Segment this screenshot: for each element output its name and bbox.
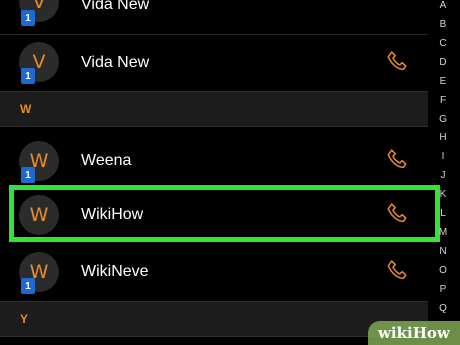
index-letter[interactable]: G (430, 114, 456, 125)
phone-icon[interactable] (384, 48, 412, 76)
index-letter[interactable]: M (430, 227, 456, 238)
contact-name: Vida New (81, 54, 150, 71)
phone-icon[interactable] (384, 146, 412, 174)
contact-name: Weena (81, 152, 132, 169)
index-letter[interactable]: P (430, 284, 456, 295)
contact-row[interactable]: W 1 WikiNeve (0, 248, 428, 306)
section-letter: Y (20, 312, 29, 326)
index-letter[interactable]: D (430, 57, 456, 68)
sim-badge: 1 (21, 278, 35, 294)
index-letter[interactable]: H (430, 132, 456, 143)
sim-badge: 1 (21, 10, 35, 26)
index-letter[interactable]: A (430, 0, 456, 11)
section-header-w: W (0, 91, 428, 127)
contact-row[interactable]: V 1 Vida New (0, 0, 428, 36)
index-letter[interactable]: K (430, 189, 456, 200)
contact-name: WikiNeve (81, 263, 149, 280)
index-letter[interactable]: C (430, 38, 456, 49)
index-letter[interactable]: O (430, 265, 456, 276)
index-letter[interactable]: N (430, 246, 456, 257)
phone-icon[interactable] (384, 257, 412, 285)
watermark-text: wikiHow (378, 324, 450, 342)
index-letter[interactable]: E (430, 76, 456, 87)
divider (0, 34, 428, 35)
alphabet-index[interactable]: A B C D E F G H I J K L M N O P Q (430, 0, 460, 345)
index-letter[interactable]: I (430, 151, 456, 162)
contact-row[interactable]: V 1 Vida New (0, 38, 428, 96)
sim-badge: 1 (21, 167, 35, 183)
index-letter[interactable]: F (430, 95, 456, 106)
contact-name: Vida New (81, 0, 150, 13)
index-letter[interactable]: B (430, 19, 456, 30)
highlight-box (9, 185, 440, 242)
wikihow-watermark: wikiHow (368, 321, 460, 345)
sim-badge: 1 (21, 68, 35, 84)
index-letter[interactable]: J (430, 170, 456, 181)
phone-icon[interactable] (384, 0, 412, 6)
section-letter: W (20, 102, 32, 116)
index-letter[interactable]: L (430, 208, 456, 219)
section-header-y: Y (0, 301, 428, 337)
index-letter[interactable]: Q (430, 303, 456, 314)
